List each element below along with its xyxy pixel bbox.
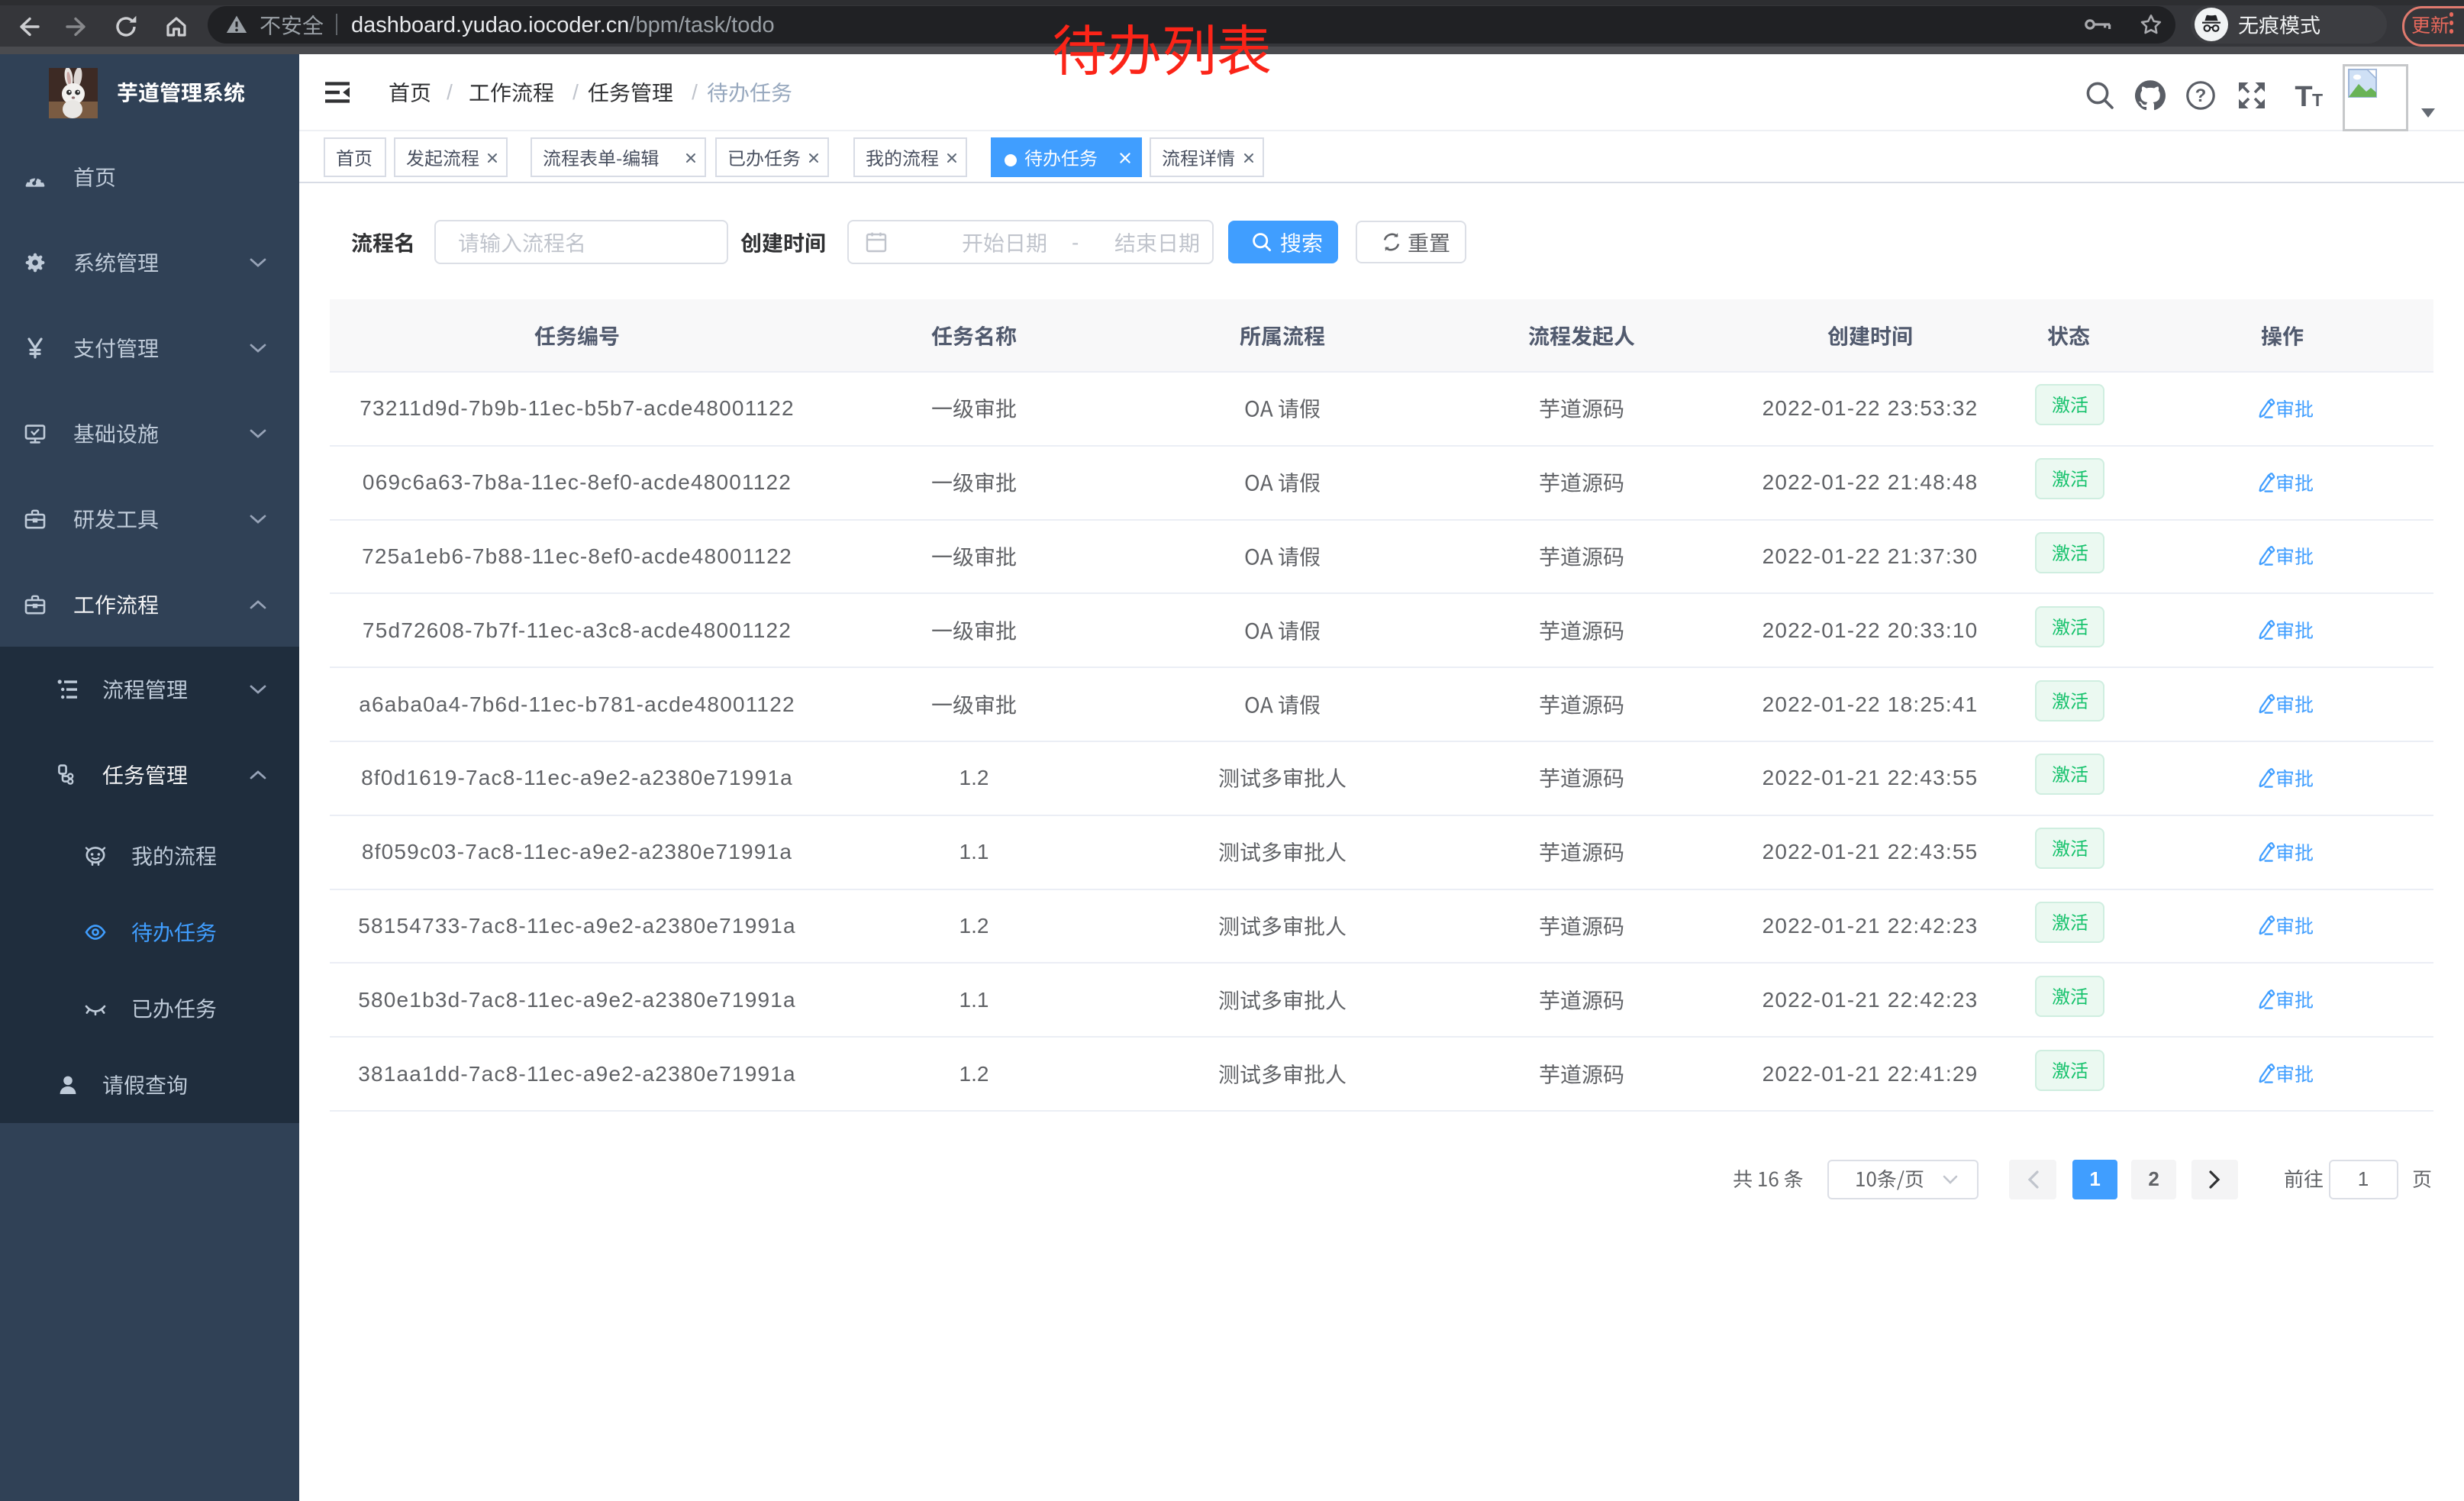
svg-text:?: ? xyxy=(2195,86,2207,106)
svg-text:T: T xyxy=(2312,90,2323,108)
svg-text:T: T xyxy=(2295,82,2312,108)
